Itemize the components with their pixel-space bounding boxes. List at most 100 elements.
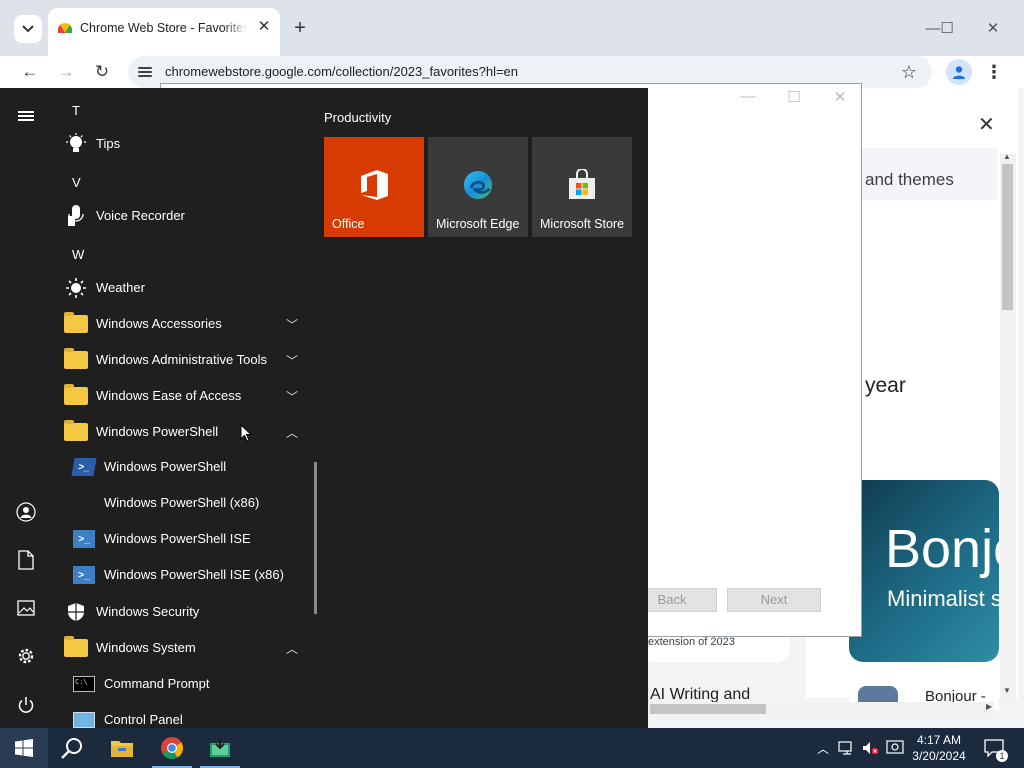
folder-label: Windows System — [96, 640, 196, 655]
tile-microsoft-store[interactable]: Microsoft Store — [532, 137, 632, 237]
app-weather[interactable]: Weather — [52, 270, 310, 306]
tiles-group-header[interactable]: Productivity — [324, 110, 391, 125]
folder-icon — [64, 348, 88, 372]
scroll-up-icon[interactable]: ▲ — [1003, 152, 1011, 161]
tab-close-icon[interactable]: ✕ — [254, 17, 274, 37]
app-label: Windows PowerShell — [104, 459, 227, 474]
dialog-maximize-icon[interactable]: ☐ — [779, 88, 809, 110]
chevron-down-icon: ﹀ — [286, 390, 299, 404]
start-button[interactable] — [0, 728, 48, 768]
tile-label: Microsoft Store — [540, 217, 625, 231]
app-list-scrollbar[interactable] — [314, 462, 317, 614]
app-control-panel[interactable]: Control Panel — [52, 702, 310, 728]
chevron-down-icon — [22, 25, 34, 33]
horizontal-scrollbar-thumb[interactable] — [650, 704, 766, 714]
power-icon[interactable] — [12, 691, 40, 719]
app-windows-security[interactable]: Windows Security — [52, 594, 310, 630]
clock-time: 4:17 AM — [916, 733, 962, 747]
back-arrow-icon[interactable]: ← — [16, 58, 44, 86]
year-text: year — [865, 374, 906, 397]
app-label: Tips — [96, 136, 121, 151]
bonjour-card-subtitle: Minimalist s — [887, 586, 999, 611]
app-command-prompt[interactable]: C:\ Command Prompt — [52, 666, 310, 702]
taskbar-file-explorer[interactable] — [98, 728, 146, 768]
letter-header-w[interactable]: W — [52, 237, 310, 273]
site-info-icon[interactable] — [138, 65, 152, 79]
clock-date: 3/20/2024 — [912, 749, 966, 763]
hamburger-menu-icon[interactable] — [12, 102, 40, 130]
network-icon[interactable] — [836, 728, 858, 768]
app-windows-powershell-ise-x86[interactable]: >_ Windows PowerShell ISE (x86) — [52, 557, 310, 593]
command-prompt-icon: C:\ — [72, 672, 96, 696]
taskbar-search-button[interactable] — [48, 728, 96, 768]
chrome-web-store-favicon-icon — [58, 23, 72, 33]
folder-label: Windows Administrative Tools — [96, 352, 267, 367]
app-windows-powershell[interactable]: >_ Windows PowerShell — [52, 449, 310, 485]
microphone-icon — [64, 204, 88, 228]
next-button[interactable]: Next — [727, 588, 821, 612]
app-voice-recorder[interactable]: Voice Recorder — [52, 198, 310, 234]
app-label: Windows PowerShell ISE — [104, 531, 251, 546]
folder-windows-system[interactable]: Windows System ︿ — [52, 630, 310, 666]
user-account-icon[interactable] — [12, 498, 40, 526]
folder-windows-ease-of-access[interactable]: Windows Ease of Access ﹀ — [52, 378, 310, 414]
pictures-icon[interactable] — [12, 594, 40, 622]
documents-icon[interactable] — [12, 546, 40, 574]
settings-gear-icon[interactable] — [12, 642, 40, 670]
page-scrollbar-thumb[interactable] — [1002, 164, 1013, 310]
sun-icon — [64, 276, 88, 300]
folder-label: Windows PowerShell — [96, 424, 219, 439]
letter-header-t[interactable]: T — [52, 93, 310, 129]
powershell-icon: >_ — [71, 455, 97, 479]
mouse-cursor-icon — [240, 424, 252, 442]
letter-header-v[interactable]: V — [52, 165, 310, 201]
taskbar-clock[interactable]: 4:17 AM 3/20/2024 — [908, 732, 970, 764]
letter-v: V — [72, 175, 81, 190]
chevron-up-icon: ︿ — [286, 642, 299, 656]
tab-title: Chrome Web Store - Favorites of 2023 — [80, 21, 248, 35]
dialog-close-icon[interactable]: ✕ — [825, 88, 855, 110]
reload-icon[interactable]: ↻ — [88, 58, 116, 86]
folder-windows-admin-tools[interactable]: Windows Administrative Tools ﹀ — [52, 342, 310, 378]
folder-icon — [64, 384, 88, 408]
app-windows-powershell-ise[interactable]: >_ Windows PowerShell ISE — [52, 521, 310, 557]
scroll-right-icon[interactable]: ▶ — [986, 702, 992, 711]
input-indicator-icon[interactable] — [884, 728, 906, 768]
bookmark-star-icon[interactable]: ☆ — [898, 61, 920, 83]
action-center-button[interactable]: 1 — [980, 728, 1008, 768]
bonjour-feature-card[interactable]: Bonjo Minimalist s — [849, 480, 999, 662]
maximize-icon[interactable]: ☐ — [932, 14, 962, 44]
scroll-down-icon[interactable]: ▼ — [1003, 686, 1011, 695]
window-close-icon[interactable]: ✕ — [978, 14, 1008, 44]
chrome-logo-icon — [161, 737, 183, 759]
taskbar-chrome[interactable] — [148, 728, 196, 768]
taskbar-app-installer[interactable] — [196, 728, 244, 768]
app-tips[interactable]: Tips — [52, 126, 310, 162]
folder-icon — [64, 420, 88, 444]
folder-icon — [64, 636, 88, 660]
tile-office[interactable]: Office — [324, 137, 424, 237]
panel-close-icon[interactable]: ✕ — [978, 112, 995, 137]
folder-windows-powershell[interactable]: Windows PowerShell ︿ — [52, 414, 310, 450]
new-tab-button[interactable]: + — [288, 17, 312, 41]
folder-icon — [64, 312, 88, 336]
browser-tab[interactable]: Chrome Web Store - Favorites of 2023 ✕ — [48, 8, 280, 56]
powershell-ise-icon: >_ — [72, 563, 96, 587]
app-windows-powershell-x86[interactable]: Windows PowerShell (x86) — [52, 485, 310, 521]
tile-microsoft-edge[interactable]: Microsoft Edge — [428, 137, 528, 237]
control-panel-icon — [72, 708, 96, 728]
forward-arrow-icon[interactable]: → — [52, 58, 80, 86]
folder-label: Windows Accessories — [96, 316, 222, 331]
dialog-minimize-icon[interactable]: — — [733, 88, 763, 110]
start-menu: T Tips V Voice Recorder W Weather Window… — [0, 88, 648, 728]
tab-search-button[interactable] — [14, 15, 42, 43]
tray-overflow-icon[interactable]: ︿ — [812, 728, 834, 768]
installer-icon — [210, 738, 230, 757]
tile-label: Office — [332, 217, 365, 231]
folder-windows-accessories[interactable]: Windows Accessories ﹀ — [52, 306, 310, 342]
profile-avatar-icon[interactable] — [946, 59, 972, 85]
app-label: Windows PowerShell ISE (x86) — [104, 567, 284, 582]
chrome-menu-icon[interactable]: ⋮ — [982, 58, 1006, 86]
taskbar: ︿ 4:17 AM 3/20/2024 1 — [0, 728, 1024, 768]
volume-muted-icon[interactable] — [860, 728, 882, 768]
